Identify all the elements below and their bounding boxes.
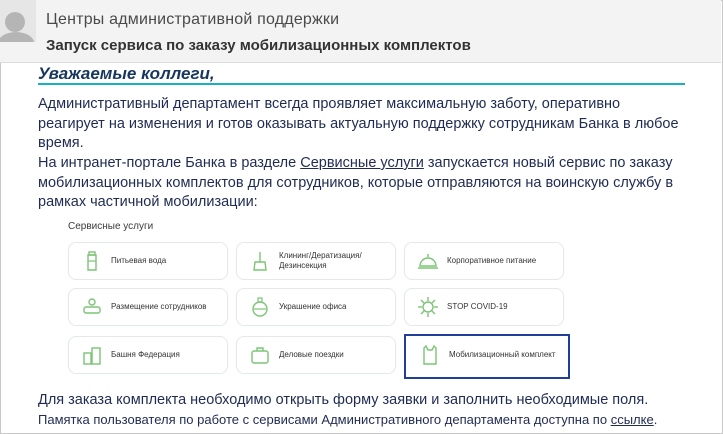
avatar [0, 0, 36, 42]
service-card-placement[interactable]: Размещение сотрудников [68, 288, 228, 326]
services-title: Сервисные услуги [68, 221, 154, 232]
ornament-icon [247, 294, 273, 320]
service-card-water[interactable]: Питьевая вода [68, 242, 228, 280]
service-link[interactable]: Сервисные услуги [300, 155, 424, 171]
paragraph-intro: Административный департамент всегда проя… [38, 96, 679, 151]
footer-text: . [653, 412, 658, 427]
memo-link[interactable]: ссылке [611, 412, 654, 427]
highlight-box [404, 334, 570, 379]
suitcase-icon [247, 342, 273, 368]
sender-name: Центры административной поддержки [46, 11, 340, 28]
service-label: STOP COVID-19 [447, 302, 508, 311]
service-label: Деловые поездки [279, 350, 344, 359]
email-subject: Запуск сервиса по заказу мобилизационных… [46, 37, 471, 54]
food-cloche-icon [415, 248, 441, 274]
cleaning-icon [247, 248, 273, 274]
service-card-tower[interactable]: Башня Федерация [68, 336, 228, 374]
workplace-icon [79, 294, 105, 320]
footer-text: Памятка пользователя по работе с сервиса… [38, 412, 611, 427]
service-label: Питьевая вода [111, 256, 167, 265]
service-label: Корпоративное питание [447, 256, 537, 265]
service-label: Башня Федерация [111, 350, 180, 359]
service-label: Клининг/Дератизация/ Дезинсекция [279, 251, 362, 270]
footer-memo: Памятка пользователя по работе с сервиса… [38, 412, 657, 427]
water-bottle-icon [79, 248, 105, 274]
service-card-decoration[interactable]: Украшение офиса [236, 288, 396, 326]
divider [38, 83, 685, 85]
paragraph-text: На интранет-портале Банка в разделе [38, 155, 301, 171]
service-card-trips[interactable]: Деловые поездки [236, 336, 396, 374]
footer-instruction: Для заказа комплекта необходимо открыть … [38, 392, 649, 408]
service-card-cleaning[interactable]: Клининг/Дератизация/ Дезинсекция [236, 242, 396, 280]
building-icon [79, 342, 105, 368]
email-header: Центры административной поддержки Запуск… [0, 0, 721, 63]
virus-icon [415, 294, 441, 320]
greeting: Уважаемые коллеги, [38, 64, 215, 83]
paragraph-service: На интранет-портале Банка в разделе Серв… [38, 154, 688, 213]
service-label: Размещение сотрудников [111, 302, 207, 311]
service-label: Украшение офиса [279, 302, 347, 311]
service-card-food[interactable]: Корпоративное питание [404, 242, 564, 280]
service-card-covid[interactable]: STOP COVID-19 [404, 288, 564, 326]
